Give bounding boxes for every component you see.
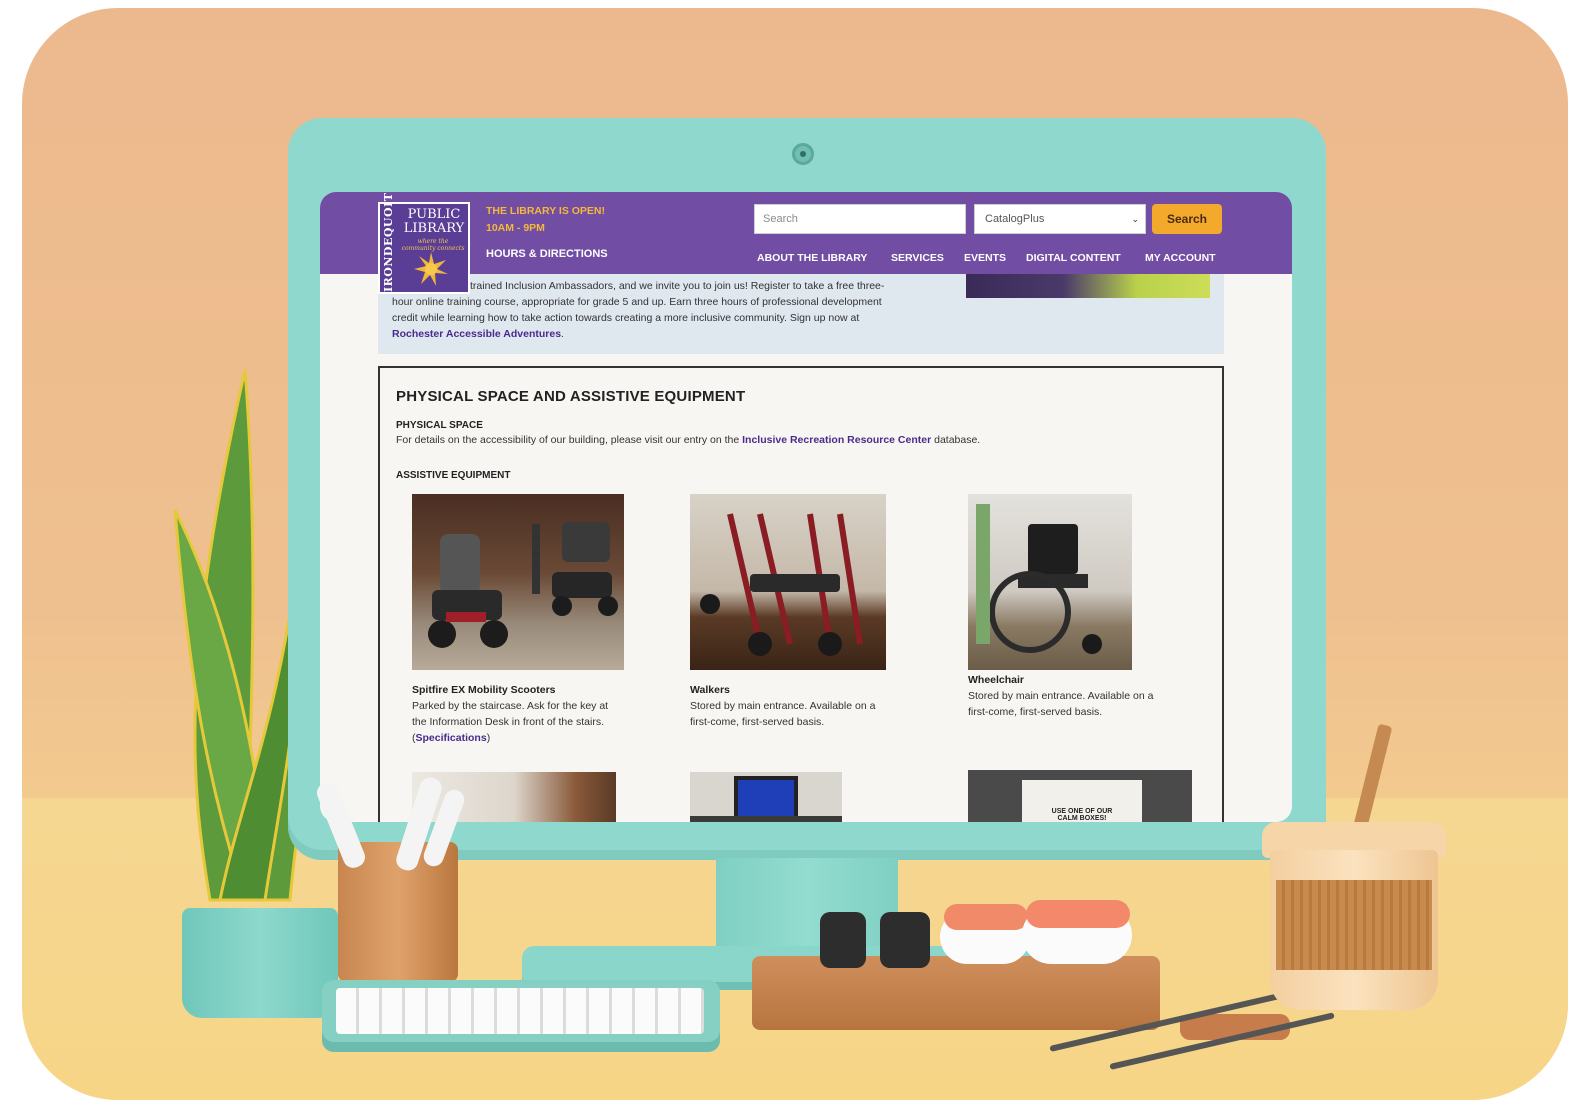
scooter-illustration	[428, 522, 618, 648]
computer-monitor-image	[734, 776, 798, 820]
sun-icon	[414, 252, 448, 286]
wheelchair-desc-line-2: first-come, first-served basis.	[968, 706, 1103, 718]
scooter-description: Parked by the staircase. Ask for the key…	[412, 698, 642, 746]
computer-desk-image	[690, 816, 842, 822]
scooter-photo	[412, 494, 624, 670]
walker-desc-line-1: Stored by main entrance. Available on a	[690, 700, 876, 712]
calm-box-sign: USE ONE OF OUR CALM BOXES!	[1022, 780, 1142, 822]
logo-line-library: LIBRARY	[403, 221, 465, 236]
site-header: IRONDEQUOIT PUBLIC LIBRARY where the com…	[320, 192, 1292, 294]
wheelchair-description: Stored by main entrance. Available on a …	[968, 688, 1198, 720]
walker-description: Stored by main entrance. Available on a …	[690, 698, 920, 730]
nav-about-the-library[interactable]: ABOUT THE LIBRARY	[757, 252, 867, 264]
pencil-cup	[313, 774, 468, 982]
intro-photo	[966, 274, 1210, 298]
walker-illustration	[700, 513, 863, 656]
library-open-status: THE LIBRARY IS OPEN!	[486, 205, 606, 217]
search-input[interactable]	[754, 204, 966, 234]
chevron-down-icon: ⌄	[1131, 214, 1139, 224]
physical-space-heading: PHYSICAL SPACE	[396, 420, 483, 431]
intro-line-4: Rochester Accessible Adventures.	[392, 326, 952, 342]
nav-events[interactable]: EVENTS	[964, 252, 1006, 264]
browser-screen: trained Inclusion Ambassadors, and we in…	[320, 192, 1292, 822]
calm-box-sign-line-2: CALM BOXES!	[1057, 815, 1107, 822]
logo-line-public: PUBLIC	[407, 207, 461, 222]
nav-my-account[interactable]: MY ACCOUNT	[1145, 252, 1216, 264]
specifications-link[interactable]: Specifications	[416, 732, 487, 744]
catalog-selected-value: CatalogPlus	[985, 213, 1045, 225]
inclusion-intro-panel: trained Inclusion Ambassadors, and we in…	[378, 274, 1224, 354]
wheelchair-illustration	[976, 504, 1102, 654]
nav-services[interactable]: SERVICES	[891, 252, 944, 264]
scooter-title: Spitfire EX Mobility Scooters	[412, 684, 556, 696]
assistive-equipment-heading: ASSISTIVE EQUIPMENT	[396, 470, 511, 481]
calm-box-sign-line-1: USE ONE OF OUR	[1051, 808, 1113, 815]
rochester-accessible-adventures-link[interactable]: Rochester Accessible Adventures	[392, 328, 561, 340]
logo-tagline: where the community connects	[401, 238, 465, 252]
walker-title: Walkers	[690, 684, 730, 696]
computer-photo	[690, 772, 842, 822]
close-paren: )	[486, 732, 491, 744]
intro-line-2: hour online training course, appropriate…	[392, 296, 882, 308]
search-button[interactable]: Search	[1152, 204, 1222, 234]
sushi-tray	[752, 956, 1160, 1030]
intro-line-3: credit while learning how to take action…	[392, 312, 860, 324]
physical-space-section: PHYSICAL SPACE AND ASSISTIVE EQUIPMENT P…	[378, 366, 1224, 822]
webcam-icon	[792, 143, 814, 165]
scooter-desc-line-1: Parked by the staircase. Ask for the key…	[412, 700, 609, 712]
wheelchair-photo	[968, 494, 1132, 670]
calm-box-photo: USE ONE OF OUR CALM BOXES!	[968, 770, 1192, 822]
sushi-roll-icon	[880, 912, 930, 968]
coffee-cup-sleeve	[1276, 880, 1432, 970]
hours-directions-link[interactable]: HOURS & DIRECTIONS	[486, 248, 608, 260]
walker-desc-line-2: first-come, first-served basis.	[690, 716, 825, 728]
intro-text: trained Inclusion Ambassadors, and we in…	[392, 278, 952, 342]
walker-photo	[690, 494, 886, 670]
keyboard-keys	[336, 988, 704, 1034]
wheelchair-title: Wheelchair	[968, 674, 1025, 686]
intro-period: .	[561, 328, 564, 340]
inclusive-recreation-link[interactable]: Inclusive Recreation Resource Center	[742, 434, 931, 446]
sushi-roll-icon	[820, 912, 866, 968]
physical-text-after: database.	[931, 434, 981, 446]
keyboard	[322, 980, 720, 1052]
nigiri-icon	[940, 904, 1030, 964]
scooter-desc-line-2: the Information Desk in front of the sta…	[412, 716, 605, 728]
nav-digital-content[interactable]: DIGITAL CONTENT	[1026, 252, 1121, 264]
library-logo[interactable]: IRONDEQUOIT PUBLIC LIBRARY where the com…	[378, 192, 470, 294]
intro-line-1: trained Inclusion Ambassadors, and we in…	[470, 280, 885, 292]
catalog-select[interactable]: CatalogPlus ⌄	[974, 204, 1146, 234]
logo-vertical-text: IRONDEQUOIT	[382, 192, 395, 292]
section-title: PHYSICAL SPACE AND ASSISTIVE EQUIPMENT	[396, 388, 746, 405]
wheelchair-desc-line-1: Stored by main entrance. Available on a	[968, 690, 1154, 702]
plant-pot	[182, 908, 338, 1018]
physical-space-text: For details on the accessibility of our …	[396, 434, 980, 446]
scooter-desc-line-3: (Specifications)	[412, 730, 642, 746]
nigiri-icon	[1022, 900, 1132, 964]
physical-text-before: For details on the accessibility of our …	[396, 434, 743, 446]
library-hours: 10AM - 9PM	[486, 222, 545, 234]
